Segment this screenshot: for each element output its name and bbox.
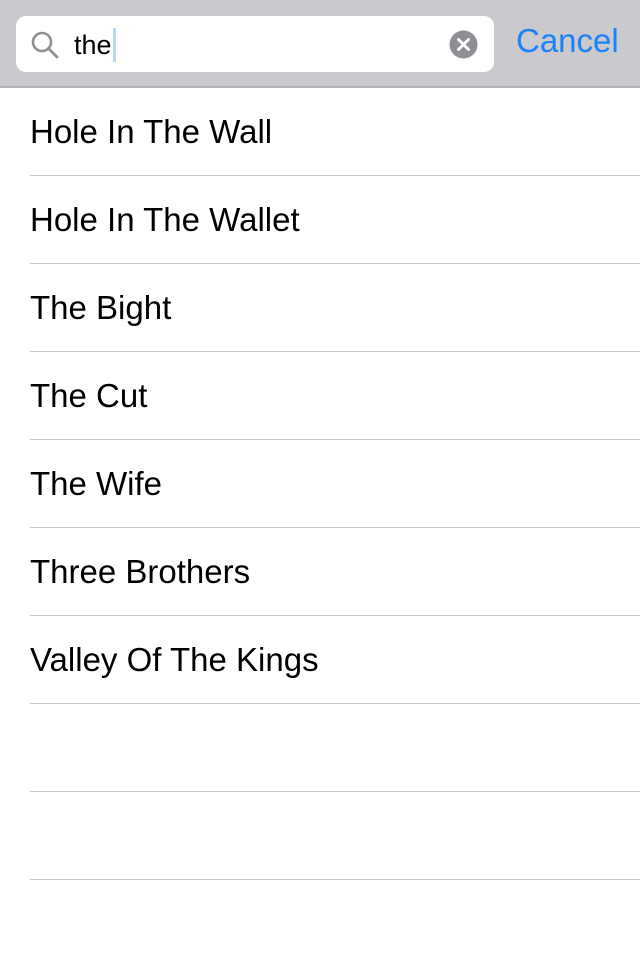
- cancel-button[interactable]: Cancel: [510, 18, 625, 64]
- search-screen: the Cancel Hole In The Wall Hole In The …: [0, 0, 640, 960]
- list-item[interactable]: Hole In The Wallet: [0, 176, 640, 264]
- search-input[interactable]: the: [74, 28, 116, 62]
- empty-list-item: [0, 704, 640, 792]
- result-label: Hole In The Wallet: [30, 201, 300, 238]
- text-cursor: [112, 28, 116, 62]
- result-label: Three Brothers: [30, 553, 251, 590]
- search-icon: [31, 31, 59, 59]
- list-item[interactable]: The Bight: [0, 264, 640, 352]
- result-label: The Bight: [30, 289, 172, 326]
- list-item[interactable]: Three Brothers: [0, 528, 640, 616]
- list-item[interactable]: The Wife: [0, 440, 640, 528]
- list-item[interactable]: The Cut: [0, 352, 640, 440]
- clear-icon[interactable]: [449, 30, 478, 59]
- search-bar: the Cancel: [0, 0, 640, 88]
- result-label: The Cut: [30, 377, 148, 414]
- result-label: Hole In The Wall: [30, 113, 273, 150]
- result-label: Valley Of The Kings: [30, 641, 319, 678]
- list-item[interactable]: Hole In The Wall: [0, 88, 640, 176]
- search-query-text: the: [74, 29, 112, 60]
- search-results-list: Hole In The Wall Hole In The Wallet The …: [0, 88, 640, 880]
- empty-list-item: [0, 792, 640, 880]
- result-label: The Wife: [30, 465, 163, 502]
- list-item[interactable]: Valley Of The Kings: [0, 616, 640, 704]
